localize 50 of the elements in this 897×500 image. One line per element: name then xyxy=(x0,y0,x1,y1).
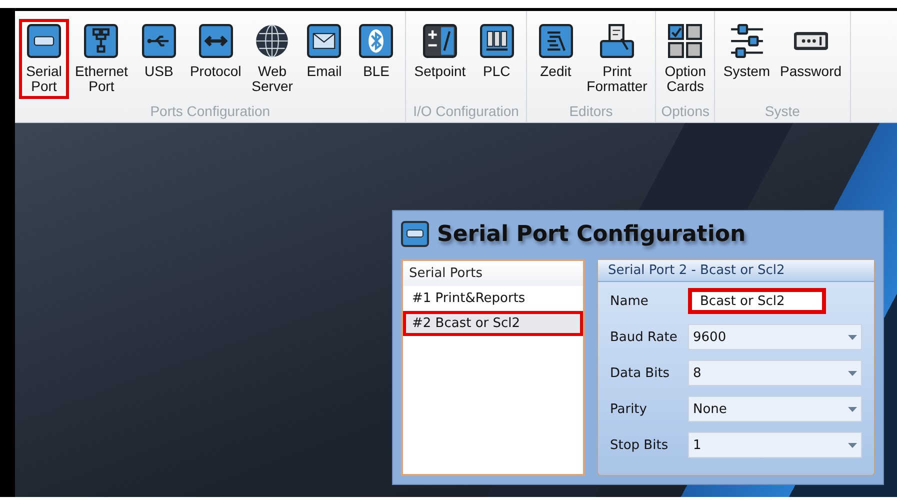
caret-icon xyxy=(848,370,857,376)
list-item[interactable]: #1 Print&Reports xyxy=(403,286,583,311)
list-item[interactable]: #2 Bcast or Scl2 xyxy=(403,311,583,336)
group-label: Editors xyxy=(569,103,613,121)
dropdown[interactable]: 9600 xyxy=(688,324,862,350)
dropdown[interactable]: None xyxy=(688,396,862,422)
ribbon-button[interactable]: Zedit xyxy=(530,19,581,84)
ribbon-button[interactable]: USB xyxy=(134,19,184,84)
panel-title: Serial Port 2 - Bcast or Scl2 xyxy=(598,260,874,282)
module-rack-icon xyxy=(480,24,514,58)
group-label: Options xyxy=(661,103,710,121)
bluetooth-icon xyxy=(359,24,394,58)
group-label: Ports Configuration xyxy=(150,103,270,121)
field-label: Parity xyxy=(610,402,648,416)
ribbon-button[interactable]: Protocol xyxy=(186,19,246,84)
caret-icon xyxy=(848,334,857,340)
globe-icon xyxy=(255,24,290,58)
sliders-icon xyxy=(730,24,764,58)
ribbon-button[interactable]: Serial Port xyxy=(19,19,69,99)
caret-icon xyxy=(848,406,857,412)
plus-minus-icon xyxy=(422,24,457,58)
text-editor-icon xyxy=(538,24,573,58)
dropdown[interactable]: 1 xyxy=(688,432,862,458)
field-label: Name xyxy=(610,294,650,308)
serial-port-icon xyxy=(27,24,61,58)
field-label: Data Bits xyxy=(610,366,671,380)
dialog-title: Serial Port Configuration xyxy=(437,222,746,246)
ribbon-button[interactable]: Password xyxy=(776,19,846,84)
usb-icon xyxy=(142,24,176,58)
ribbon-button[interactable]: PLC xyxy=(472,19,522,84)
ribbon-button[interactable]: Email xyxy=(299,19,350,84)
name-field[interactable]: Bcast or Scl2 xyxy=(688,288,826,314)
caret-icon xyxy=(848,442,857,448)
group-label: Syste xyxy=(764,103,800,121)
checkbox-grid-icon xyxy=(668,24,702,58)
ribbon-button[interactable]: Setpoint xyxy=(410,19,470,84)
ribbon-button[interactable]: BLE xyxy=(351,19,402,84)
dropdown[interactable]: 8 xyxy=(688,360,862,386)
ribbon-button[interactable]: Option Cards xyxy=(660,19,710,99)
envelope-icon xyxy=(307,24,342,58)
field-label: Stop Bits xyxy=(610,438,670,452)
ribbon-button[interactable]: Print Formatter xyxy=(582,19,652,99)
ribbon-button[interactable]: Web Server xyxy=(247,19,298,99)
ribbon-button[interactable]: Ethernet Port xyxy=(71,19,132,99)
group-label: I/O Configuration xyxy=(413,103,519,121)
printer-icon xyxy=(600,24,634,58)
network-icon xyxy=(84,24,118,58)
serial-port-icon xyxy=(401,221,429,247)
field-label: Baud Rate xyxy=(610,330,678,344)
ribbon-button[interactable]: System xyxy=(719,19,774,84)
